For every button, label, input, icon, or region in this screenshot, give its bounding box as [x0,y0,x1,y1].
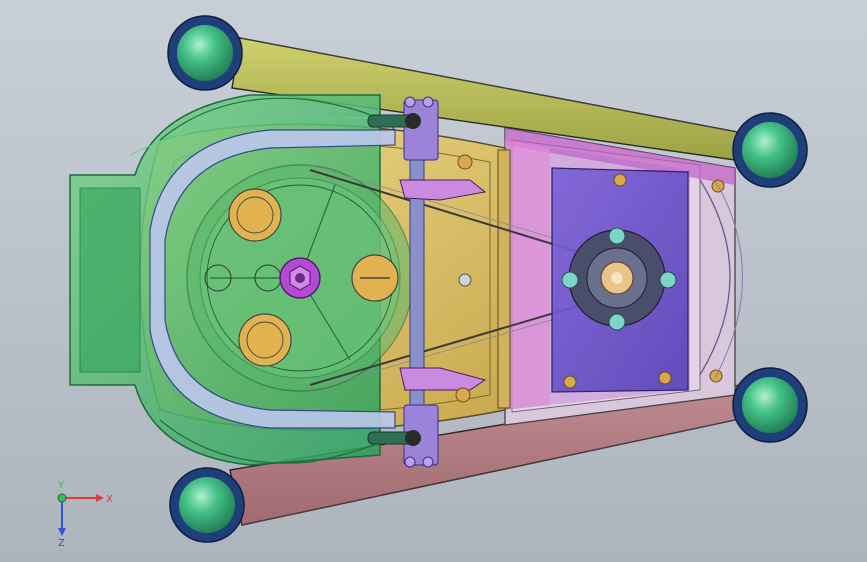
pulley-hub [279,257,321,299]
robot-chassis-model[interactable] [0,0,867,562]
x-axis-label: X [106,494,113,505]
cad-viewport[interactable]: X Y Z [0,0,867,562]
x-axis-arrow-icon [96,494,104,502]
deck-screw [458,273,472,287]
mount-pin-top [367,113,421,129]
deck-screw [455,387,471,403]
z-axis-label: Z [58,538,65,548]
wheel-front-right [169,467,245,543]
z-axis-arrow-icon [58,528,66,536]
coordinate-triad: X Y Z [57,480,113,548]
deck-screw [457,154,473,170]
mount-pin-bottom [367,430,421,446]
wheel-front-left [167,15,243,91]
y-axis-dot-icon [57,493,67,503]
wheel-rear-right [732,367,808,443]
wheel-rear-left [732,112,808,188]
y-axis-label: Y [57,480,65,491]
